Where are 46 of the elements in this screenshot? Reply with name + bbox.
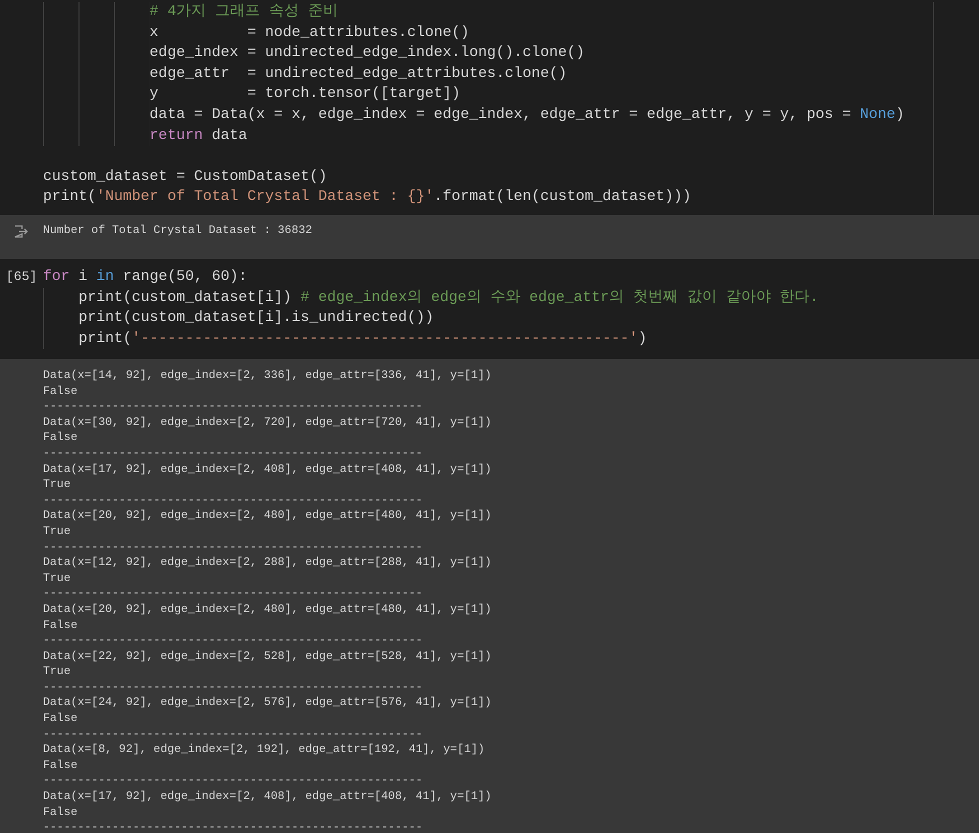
code-line: custom_dataset = CustomDataset()	[43, 168, 328, 187]
output-line: -------------------------------------------------------	[43, 726, 423, 742]
output-line: Data(x=[17, 92], edge_index=[2, 408], edge_attr=[408, 41], y=[1])	[43, 789, 492, 805]
output-line: Data(x=[14, 92], edge_index=[2, 336], edge_attr=[336, 41], y=[1])	[43, 368, 492, 384]
output-line: -------------------------------------------------------	[43, 446, 423, 462]
output-line: -------------------------------------------------------	[43, 680, 423, 696]
output-line: Data(x=[12, 92], edge_index=[2, 288], edge_attr=[288, 41], y=[1])	[43, 555, 492, 571]
code-line: print('Number of Total Crystal Dataset : {}'.format(len(custom_dataset)))	[43, 188, 692, 208]
output-line: -------------------------------------------------------	[43, 399, 423, 415]
output-line: Data(x=[20, 92], edge_index=[2, 480], edge_attr=[480, 41], y=[1])	[43, 508, 492, 524]
output-line: -------------------------------------------------------	[43, 633, 423, 649]
output-line: True	[43, 570, 71, 586]
output-line: False	[43, 711, 78, 727]
output-line: True	[43, 524, 71, 540]
output-line: Data(x=[17, 92], edge_index=[2, 408], edge_attr=[408, 41], y=[1])	[43, 462, 492, 478]
code-line: print(custom_dataset[i]) # edge_index의 edge의 수와 edge_attr의 첫번째 값이 같아야 한다.	[78, 288, 819, 308]
code-line: data = Data(x = x, edge_index = edge_index, edge_attr = edge_attr, y = y, pos = None)	[148, 106, 904, 125]
output-line: True	[43, 664, 71, 680]
output-line: -------------------------------------------------------	[43, 492, 423, 508]
output-line: Data(x=[8, 92], edge_index=[2, 192], edge_attr=[192, 41], y=[1])	[43, 742, 485, 758]
code-line: x = node_attributes.clone()	[148, 24, 470, 43]
output-line: False	[43, 804, 78, 820]
code-line: # 4가지 그래프 속성 준비	[148, 2, 338, 22]
output-line: False	[43, 758, 78, 774]
output-line: Data(x=[20, 92], edge_index=[2, 480], edge_attr=[480, 41], y=[1])	[43, 602, 492, 618]
code-line: edge_attr = undirected_edge_attributes.clone()	[148, 64, 567, 84]
output-line: -------------------------------------------------------	[43, 586, 423, 602]
output-line: -------------------------------------------------------	[43, 540, 423, 556]
output-icon[interactable]	[14, 225, 28, 238]
code-line: return data	[148, 126, 248, 146]
output-line: True	[43, 477, 71, 493]
output-line: Number of Total Crystal Dataset : 36832	[43, 223, 312, 239]
code-line: edge_index = undirected_edge_index.long().clone()	[148, 44, 585, 64]
output-line: Data(x=[24, 92], edge_index=[2, 576], edge_attr=[576, 41], y=[1])	[43, 695, 492, 712]
output-line: False	[43, 618, 78, 634]
output-line: Data(x=[30, 92], edge_index=[2, 720], edge_attr=[720, 41], y=[1])	[43, 414, 492, 430]
output-line: False	[43, 384, 78, 400]
code-line: y = torch.tensor([target])	[148, 85, 460, 104]
output-line: -------------------------------------------------------	[43, 820, 423, 833]
code-line: for i in range(50, 60):	[43, 268, 248, 287]
output-line: Data(x=[22, 92], edge_index=[2, 528], edge_attr=[528, 41], y=[1])	[43, 648, 492, 664]
code-line: print('-------------------------------------------------------')	[78, 330, 647, 349]
code-line: print(custom_dataset[i].is_undirected())	[78, 309, 434, 328]
execution-count: [65]	[6, 269, 38, 284]
output-line: -------------------------------------------------------	[43, 773, 423, 790]
output-line: False	[43, 430, 78, 446]
